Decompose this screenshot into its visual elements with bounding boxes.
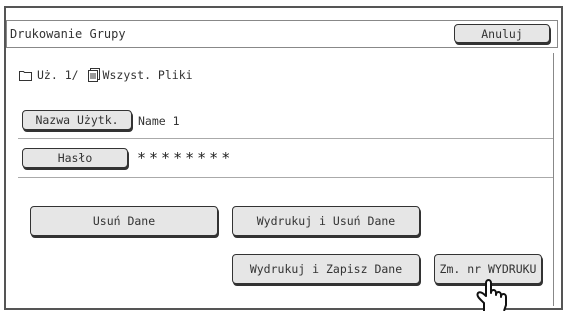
files-label: Wszyst. Pliki [102,68,193,82]
delete-data-button[interactable]: Usuń Dane [30,206,218,236]
username-button[interactable]: Nazwa Użytk. [22,110,132,130]
breadcrumb: Uż. 1/ Wszyst. Pliki [19,68,193,82]
dialog-title: Drukowanie Grupy [10,27,126,41]
folder-icon [19,70,32,81]
print-and-save-button[interactable]: Wydrukuj i Zapisz Dane [232,254,420,284]
cancel-button[interactable]: Anuluj [454,24,550,43]
right-edge-line [553,53,554,306]
divider [18,138,553,139]
pointer-hand-icon [474,277,528,315]
password-value: ******** [137,149,234,167]
password-button[interactable]: Hasło [22,148,128,168]
username-value: Name 1 [138,114,180,128]
folder-path: Uż. 1/ [37,68,79,82]
print-and-delete-button[interactable]: Wydrukuj i Usuń Dane [232,206,420,236]
divider [18,177,553,178]
files-icon [87,68,101,82]
